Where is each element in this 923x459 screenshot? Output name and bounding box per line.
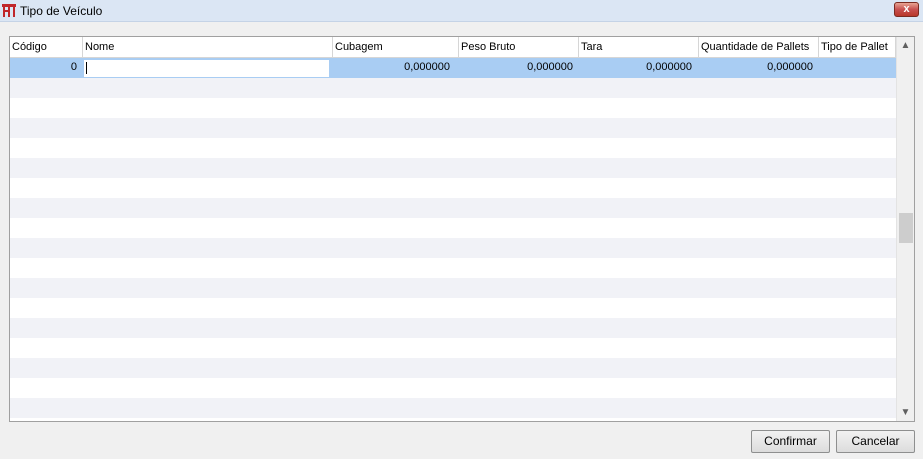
column-header-cubagem[interactable]: Cubagem [333,37,459,58]
app-logo-icon [2,4,16,17]
empty-row [10,118,896,138]
close-button[interactable]: x [894,2,919,17]
title-bar: Tipo de Veículo x [0,0,923,22]
empty-row [10,198,896,218]
column-header-tipo-pallet[interactable]: Tipo de Pallet [819,37,896,58]
empty-row [10,278,896,298]
empty-row [10,178,896,198]
column-header-quantidade-pallets[interactable]: Quantidade de Pallets [699,37,819,58]
cell-peso-bruto[interactable]: 0,000000 [459,58,575,78]
close-icon: x [903,3,910,15]
empty-row [10,158,896,178]
empty-row [10,298,896,318]
column-header-tara[interactable]: Tara [579,37,699,58]
column-header-peso-bruto[interactable]: Peso Bruto [459,37,579,58]
empty-row [10,138,896,158]
empty-row [10,98,896,118]
cell-tipo-pallet[interactable] [819,58,896,78]
empty-row [10,218,896,238]
empty-row [10,78,896,98]
cell-codigo[interactable]: 0 [10,58,79,78]
cell-cubagem[interactable]: 0,000000 [333,58,452,78]
window-title: Tipo de Veículo [20,4,103,18]
grid-rows: 0 0,000000 0,000000 0,000000 0,000000 [10,58,896,421]
empty-row [10,338,896,358]
empty-row [10,318,896,338]
scrollbar-thumb[interactable] [899,213,913,243]
dialog-window: Tipo de Veículo x Código Nome Cubagem Pe… [0,0,923,459]
column-header-nome[interactable]: Nome [83,37,333,58]
vehicle-type-grid[interactable]: Código Nome Cubagem Peso Bruto Tara Quan… [9,36,915,422]
empty-row [10,258,896,278]
chevron-down-icon[interactable]: ▼ [897,404,914,421]
chevron-up-icon[interactable]: ▲ [897,37,914,54]
confirm-button[interactable]: Confirmar [751,430,830,453]
table-row[interactable]: 0 0,000000 0,000000 0,000000 0,000000 [10,58,896,78]
empty-row [10,238,896,258]
column-header-codigo[interactable]: Código [10,37,83,58]
empty-row [10,358,896,378]
text-caret [86,62,87,74]
cancel-button[interactable]: Cancelar [836,430,915,453]
cell-tara[interactable]: 0,000000 [579,58,694,78]
grid-header: Código Nome Cubagem Peso Bruto Tara Quan… [10,37,896,58]
empty-row [10,398,896,418]
empty-row [10,378,896,398]
nome-edit-field[interactable] [83,59,330,78]
cell-quantidade-pallets[interactable]: 0,000000 [699,58,815,78]
vertical-scrollbar[interactable]: ▲ ▼ [896,37,914,421]
